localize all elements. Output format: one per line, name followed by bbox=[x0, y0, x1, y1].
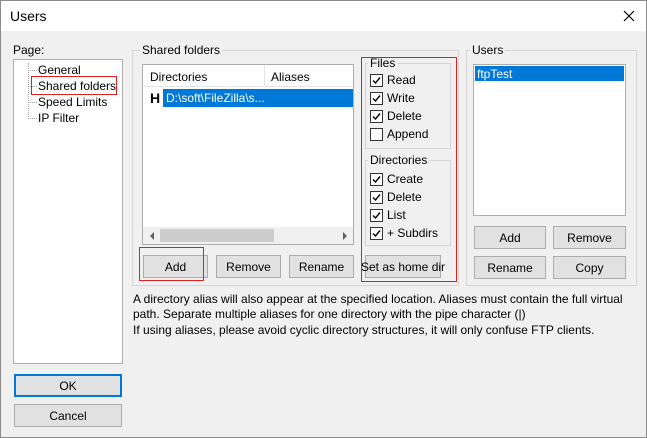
tree-item-general[interactable]: General bbox=[38, 63, 81, 77]
arrow-left-icon bbox=[149, 231, 154, 240]
tree-connector bbox=[28, 118, 37, 119]
alias-info-line3: If using aliases, please avoid cyclic di… bbox=[133, 323, 595, 337]
copy-user-button[interactable]: Copy bbox=[553, 256, 626, 279]
page-label: Page: bbox=[13, 43, 45, 57]
column-header-directories[interactable]: Directories bbox=[150, 70, 207, 84]
arrow-right-icon bbox=[342, 231, 347, 240]
rename-user-button[interactable]: Rename bbox=[474, 256, 546, 279]
scroll-left-button[interactable] bbox=[143, 227, 160, 244]
rename-directory-button[interactable]: Rename bbox=[289, 255, 354, 278]
tree-connector bbox=[28, 63, 29, 119]
alias-info-line1: A directory alias will also appear at th… bbox=[133, 292, 623, 306]
directories-list[interactable]: Directories Aliases H D:\soft\FileZilla\… bbox=[142, 64, 354, 245]
alias-info-line2: path. Separate multiple aliases for one … bbox=[133, 307, 526, 321]
list-item[interactable]: ftpTest bbox=[475, 66, 624, 81]
users-list[interactable]: ftpTest bbox=[473, 64, 626, 216]
close-button[interactable] bbox=[612, 1, 646, 31]
tree-item-speed-limits[interactable]: Speed Limits bbox=[38, 95, 107, 109]
home-dir-marker: H bbox=[150, 90, 161, 106]
horizontal-scrollbar[interactable] bbox=[143, 227, 353, 244]
highlight-box bbox=[361, 57, 457, 282]
scroll-thumb[interactable] bbox=[160, 229, 274, 242]
highlight-box bbox=[139, 247, 204, 281]
page-tree: General Shared folders Speed Limits IP F… bbox=[13, 59, 123, 364]
tree-connector bbox=[28, 102, 37, 103]
close-icon bbox=[623, 10, 635, 22]
cancel-button[interactable]: Cancel bbox=[14, 404, 122, 427]
remove-directory-button[interactable]: Remove bbox=[216, 255, 281, 278]
tree-item-ip-filter[interactable]: IP Filter bbox=[38, 111, 79, 125]
tree-connector bbox=[28, 70, 37, 71]
window-title: Users bbox=[10, 8, 47, 24]
row-selection: D:\soft\FileZilla\s... bbox=[163, 89, 353, 107]
title-bar: Users bbox=[1, 1, 646, 31]
list-header: Directories Aliases bbox=[143, 65, 353, 87]
column-header-aliases[interactable]: Aliases bbox=[271, 70, 310, 84]
ok-button[interactable]: OK bbox=[14, 374, 122, 397]
directory-path: D:\soft\FileZilla\s... bbox=[166, 91, 265, 105]
add-user-button[interactable]: Add bbox=[474, 226, 546, 249]
users-dialog: Users Page: General Shared folders Speed… bbox=[0, 0, 647, 438]
scroll-right-button[interactable] bbox=[336, 227, 353, 244]
user-name: ftpTest bbox=[477, 67, 513, 81]
users-group-label: Users bbox=[470, 43, 506, 57]
highlight-box bbox=[31, 76, 117, 95]
table-row[interactable]: H D:\soft\FileZilla\s... bbox=[143, 89, 353, 107]
shared-folders-group-label: Shared folders bbox=[140, 43, 223, 57]
remove-user-button[interactable]: Remove bbox=[553, 226, 626, 249]
column-divider bbox=[264, 65, 265, 87]
